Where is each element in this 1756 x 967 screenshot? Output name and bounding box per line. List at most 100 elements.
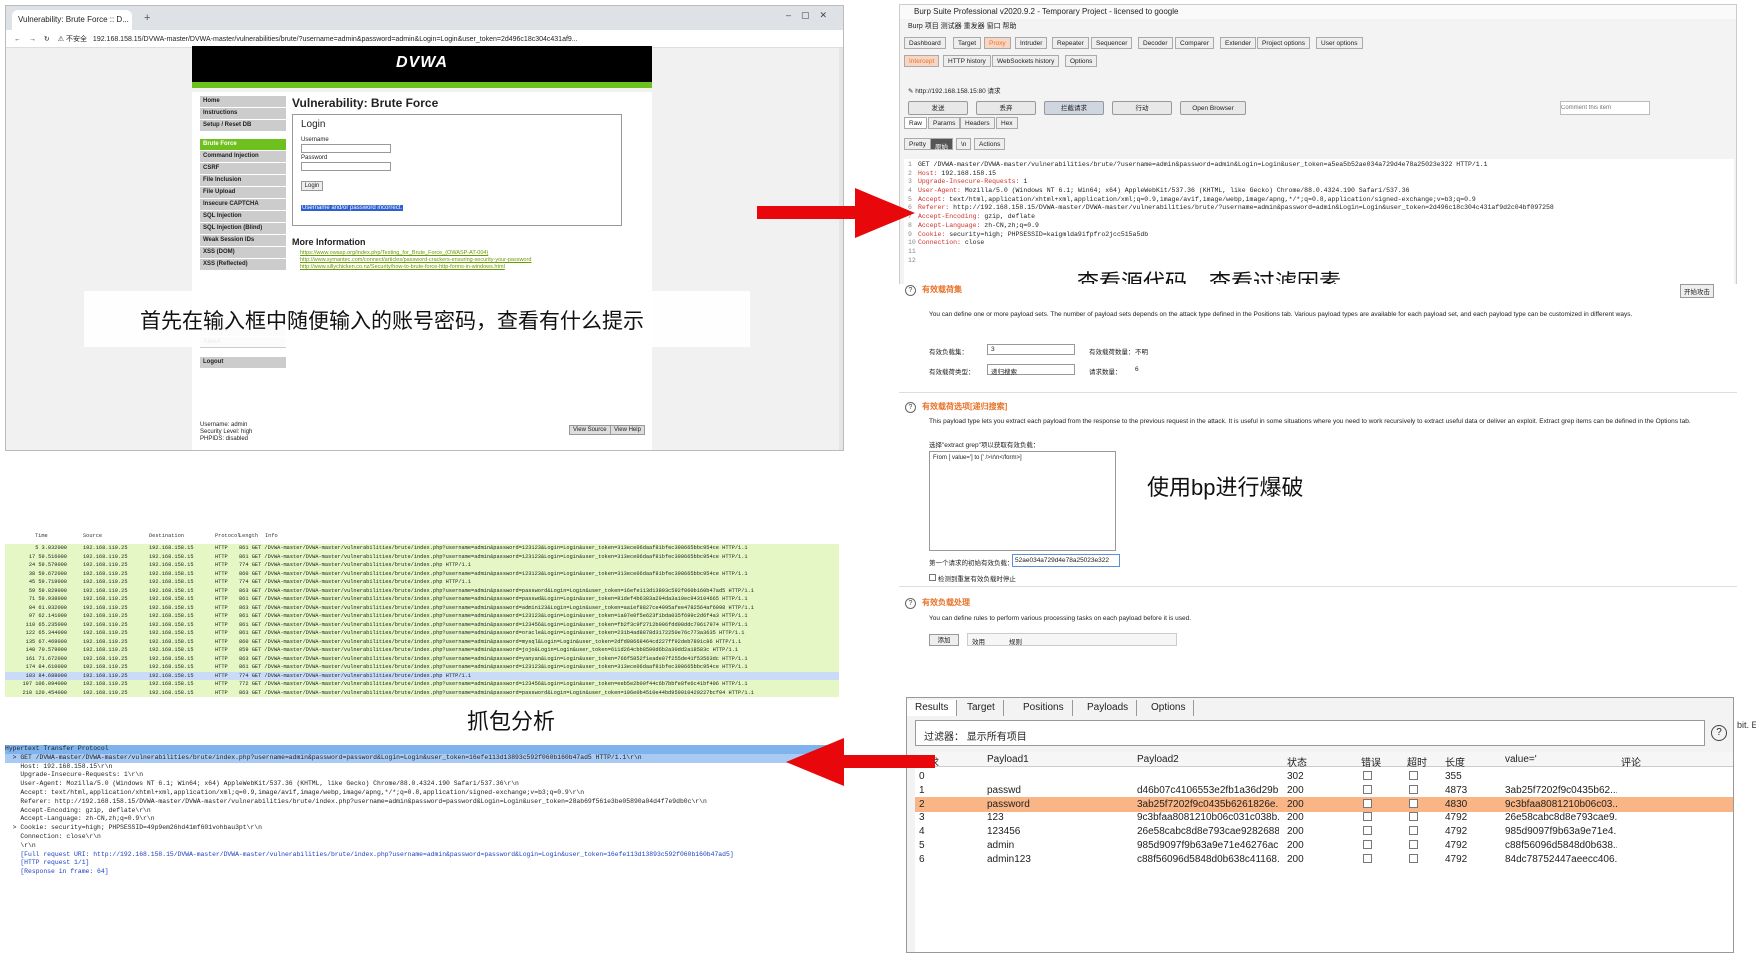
- tab-decoder[interactable]: Decoder: [1138, 37, 1173, 49]
- msg-tab-params[interactable]: Params: [928, 117, 961, 129]
- checkbox[interactable]: [1409, 771, 1418, 783]
- view-tab[interactable]: Actions: [974, 138, 1006, 150]
- msg-tab-raw[interactable]: Raw: [904, 117, 928, 129]
- info-link[interactable]: http://www.sillychicken.co.nz/Security/h…: [300, 264, 505, 270]
- nav-item[interactable]: XSS (Reflected): [200, 259, 286, 270]
- back-icon[interactable]: ←: [14, 36, 21, 43]
- checkbox[interactable]: [1409, 784, 1418, 797]
- packet-row[interactable]: 59 59.829000 192.168.110.25 192.168.158.15…: [5, 586, 839, 595]
- nav-item[interactable]: Insecure CAPTCHA: [200, 199, 286, 210]
- checkbox[interactable]: [1363, 840, 1372, 852]
- nav-item[interactable]: Setup / Reset DB: [200, 120, 286, 131]
- password-input[interactable]: [301, 162, 391, 171]
- subtab-options[interactable]: Options: [1065, 55, 1098, 67]
- checkbox[interactable]: [1363, 784, 1372, 797]
- stop-duplicate-checkbox[interactable]: [929, 574, 936, 581]
- result-row[interactable]: 0 302 355: [915, 769, 1733, 784]
- checkbox-box[interactable]: [1409, 812, 1418, 822]
- results-tab-positions[interactable]: Positions: [1015, 700, 1073, 716]
- username-input[interactable]: [301, 144, 391, 153]
- tab-extender[interactable]: Extender: [1220, 37, 1257, 49]
- column-header[interactable]: Destination: [149, 532, 184, 541]
- forward-icon[interactable]: →: [29, 36, 36, 43]
- packet-row[interactable]: 122 65.344000 192.168.110.25 192.168.158.1…: [5, 629, 839, 638]
- packet-row[interactable]: 183 84.688000 192.168.110.25 192.168.158.1…: [5, 671, 839, 680]
- payload-set-select[interactable]: 3: [987, 344, 1075, 355]
- action-button[interactable]: 行动: [1112, 101, 1172, 115]
- checkbox-box[interactable]: [1363, 798, 1372, 808]
- detail-line[interactable]: [Full request URI: http://192.168.158.15…: [5, 851, 839, 860]
- subtab-intercept[interactable]: Intercept: [904, 55, 940, 67]
- checkbox-box[interactable]: [1409, 853, 1418, 863]
- detail-line[interactable]: [HTTP request 1/1]: [5, 859, 839, 868]
- nav-item[interactable]: Brute Force: [200, 139, 286, 150]
- results-tab-payloads[interactable]: Payloads: [1079, 700, 1138, 716]
- nav-item[interactable]: File Inclusion: [200, 175, 286, 186]
- help-icon[interactable]: ?: [905, 402, 916, 413]
- checkbox-box[interactable]: [1363, 853, 1372, 863]
- packet-row[interactable]: 71 59.938000 192.168.110.25 192.168.158.15…: [5, 595, 839, 604]
- nav-item[interactable]: Command Injection: [200, 151, 286, 162]
- checkbox-box[interactable]: [1409, 784, 1418, 794]
- tab-user-options[interactable]: User options: [1316, 37, 1363, 49]
- nav-item[interactable]: File Upload: [200, 187, 286, 198]
- help-icon[interactable]: ?: [905, 285, 916, 296]
- checkbox[interactable]: [1409, 812, 1418, 824]
- tab-dashboard[interactable]: Dashboard: [904, 37, 946, 49]
- subtab-websockets-history[interactable]: WebSockets history: [992, 55, 1060, 67]
- tab-proxy[interactable]: Proxy: [984, 37, 1011, 49]
- help-icon[interactable]: ?: [905, 598, 916, 609]
- checkbox-box[interactable]: [1409, 826, 1418, 836]
- browser-scrollbar[interactable]: [839, 48, 843, 450]
- open-browser-button[interactable]: Open Browser: [1180, 101, 1246, 115]
- column-header[interactable]: Info: [265, 532, 278, 541]
- result-row[interactable]: 6 admin123 c88f56096d5848d0b638c41168... 20…: [915, 852, 1733, 867]
- add-rule-button[interactable]: 添加: [929, 634, 959, 646]
- detail-line[interactable]: [Response in frame: 64]: [5, 868, 839, 877]
- column-header[interactable]: Time: [35, 532, 48, 541]
- column-header[interactable]: 超时: [1407, 754, 1427, 769]
- checkbox-box[interactable]: [1363, 812, 1372, 822]
- comment-input[interactable]: [1560, 101, 1650, 115]
- packet-row[interactable]: 24 59.579000 192.168.110.25 192.168.158.15…: [5, 561, 839, 570]
- packet-row[interactable]: 174 84.610000 192.168.110.25 192.168.158.1…: [5, 663, 839, 672]
- checkbox[interactable]: [1409, 798, 1418, 811]
- url-text[interactable]: 192.168.158.15/DVWA-master/DVWA-master/v…: [93, 36, 578, 43]
- view-tab[interactable]: 原始: [930, 138, 953, 151]
- msg-tab-hex[interactable]: Hex: [996, 117, 1018, 129]
- packet-row[interactable]: 5 3.032000 192.168.110.25 192.168.158.15 HT…: [5, 544, 839, 553]
- browser-tab[interactable]: Vulnerability: Brute Force :: D...: [12, 10, 132, 30]
- results-tab-options[interactable]: Options: [1143, 700, 1195, 716]
- view-tab[interactable]: Pretty: [904, 138, 931, 150]
- grep-items-list[interactable]: From [ value='] to [' />\r\n</form>]: [929, 451, 1116, 551]
- checkbox[interactable]: [1363, 798, 1372, 811]
- result-row[interactable]: 2 password 3ab25f7202f9c0435b6261826e... 20…: [915, 796, 1733, 812]
- checkbox[interactable]: [1409, 853, 1418, 866]
- packet-row[interactable]: 17 59.516000 192.168.110.25 192.168.158.15…: [5, 552, 839, 561]
- nav-item[interactable]: SQL Injection: [200, 211, 286, 222]
- tab-comparer[interactable]: Comparer: [1175, 37, 1214, 49]
- checkbox[interactable]: [1363, 812, 1372, 824]
- login-button[interactable]: Login: [301, 181, 323, 191]
- packet-row[interactable]: 148 70.579000 192.168.110.25 192.168.158.1…: [5, 646, 839, 655]
- checkbox[interactable]: [1409, 826, 1418, 838]
- result-row[interactable]: 3 123 9c3bfaa8081210b06c031c038b... 200 4792…: [915, 810, 1733, 825]
- view-tab[interactable]: \n: [956, 138, 972, 150]
- result-row[interactable]: 1 passwd d46b07c4106553e2fb1a36d29b... 200 4…: [915, 783, 1733, 798]
- tab-intruder[interactable]: Intruder: [1015, 37, 1048, 49]
- checkbox-box[interactable]: [1363, 771, 1372, 780]
- nav-item[interactable]: SQL Injection (Blind): [200, 223, 286, 234]
- results-tab-target[interactable]: Target: [959, 700, 1004, 716]
- checkbox-box[interactable]: [1409, 840, 1418, 849]
- result-row[interactable]: 4 123456 26e58cabc8d8e793cae9282688... 200 4…: [915, 824, 1733, 839]
- checkbox[interactable]: [1363, 771, 1372, 783]
- packet-row[interactable]: 210 120.454000 192.168.110.25 192.168.158.…: [5, 688, 839, 697]
- column-header[interactable]: Source: [83, 532, 102, 541]
- help-icon[interactable]: ?: [1711, 725, 1727, 741]
- packet-row[interactable]: 38 59.672000 192.168.110.25 192.168.158.15…: [5, 569, 839, 578]
- column-header[interactable]: value=': [1505, 754, 1537, 765]
- column-header[interactable]: 评论: [1621, 754, 1641, 769]
- checkbox-box[interactable]: [1409, 798, 1418, 808]
- tab-repeater[interactable]: Repeater: [1052, 37, 1089, 49]
- checkbox[interactable]: [1409, 840, 1418, 852]
